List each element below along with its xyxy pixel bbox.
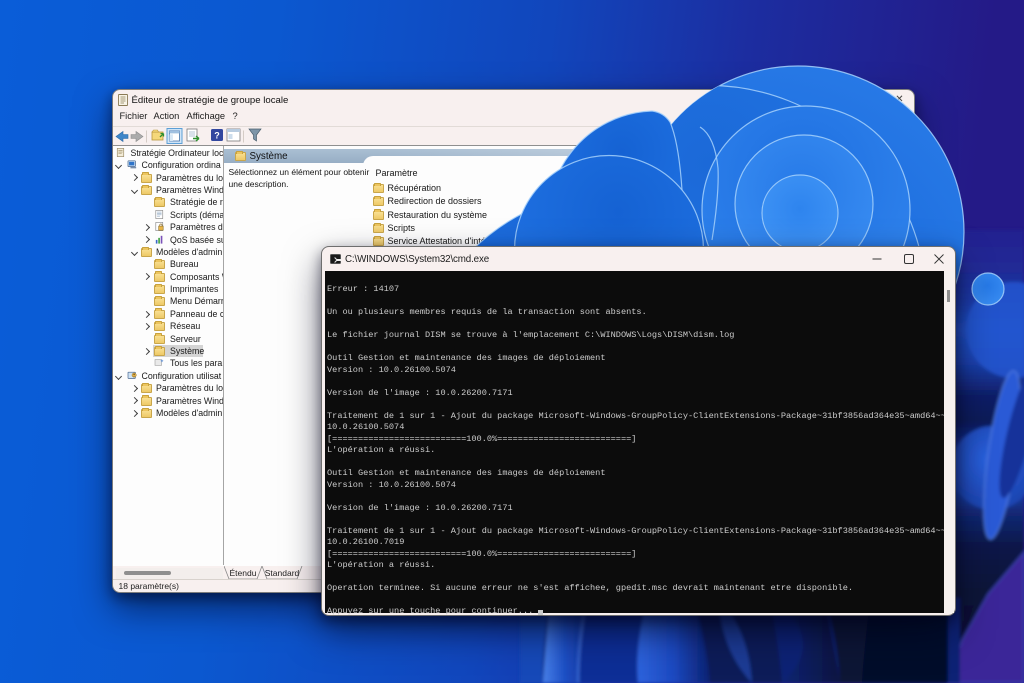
svg-text:Étendu: Étendu (229, 568, 256, 578)
svg-text:Standard: Standard (264, 568, 299, 578)
svg-text:?: ? (214, 131, 220, 141)
